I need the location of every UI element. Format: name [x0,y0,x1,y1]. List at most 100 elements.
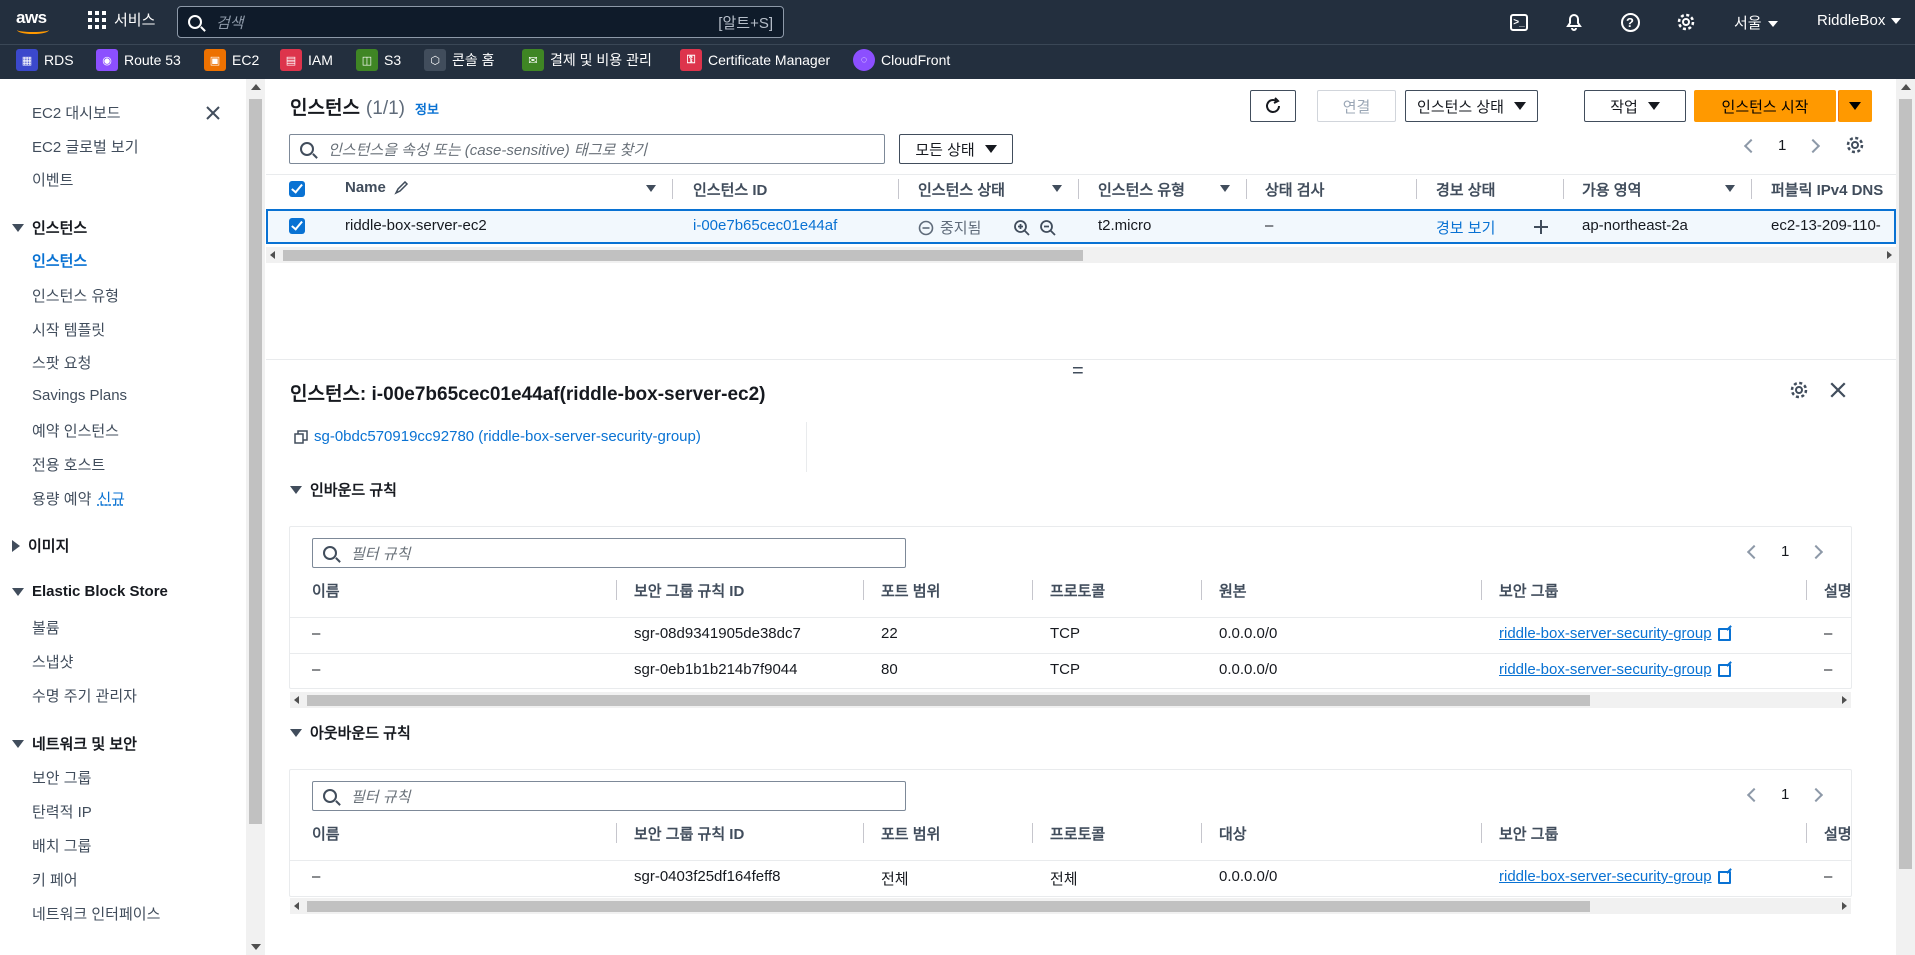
column-security-group[interactable]: 보안 그룹 [1499,823,1558,844]
previous-page-icon[interactable] [1743,138,1759,153]
column-destination[interactable]: 대상 [1219,823,1247,844]
cloudshell-button[interactable]: >_ [1508,11,1530,33]
resize-handle[interactable]: = [1072,360,1084,383]
column-rule-id[interactable]: 보안 그룹 규칙 ID [634,580,744,601]
column-status-check[interactable]: 상태 검사 [1265,179,1324,200]
sidebar-item-elastic-ips[interactable]: 탄력적 IP [32,801,92,822]
column-description[interactable]: 설명 [1824,823,1850,844]
notifications-button[interactable] [1563,11,1585,33]
column-port-range[interactable]: 포트 범위 [881,823,940,844]
sidebar-item-dedicated-hosts[interactable]: 전용 호스트 [32,454,105,475]
sidebar-item-lifecycle-manager[interactable]: 수명 주기 관리자 [32,685,137,706]
sidebar-item-instance-types[interactable]: 인스턴스 유형 [32,285,119,306]
scroll-thumb[interactable] [283,250,1083,261]
sidebar-item-security-groups[interactable]: 보안 그룹 [32,767,91,788]
table-settings-icon[interactable] [1845,135,1865,155]
help-button[interactable]: ? [1619,11,1641,33]
instance-id-link[interactable]: i-00e7b65cec01e44af [693,217,837,234]
sidebar-item-events[interactable]: 이벤트 [32,169,73,190]
favorite-billing[interactable]: ✉ 결제 및 비용 관리 [522,49,652,71]
scroll-thumb[interactable] [307,901,1590,912]
column-security-group[interactable]: 보안 그룹 [1499,580,1558,601]
page-number[interactable]: 1 [1778,137,1786,154]
inbound-filter-input[interactable]: 필터 규칙 [312,538,906,568]
column-separator[interactable] [1246,179,1247,199]
column-separator[interactable] [898,179,899,199]
sidebar-item-volumes[interactable]: 볼륨 [32,617,60,638]
outbound-horizontal-scrollbar[interactable] [290,898,1851,914]
sidebar-item-key-pairs[interactable]: 키 페어 [32,869,78,890]
column-separator[interactable] [1806,823,1807,843]
aws-logo[interactable]: aws [16,8,52,36]
security-group-link[interactable]: sg-0bdc570919cc92780 (riddle-box-server-… [294,428,701,445]
add-alarm-icon[interactable] [1532,218,1550,236]
global-search-input[interactable]: 검색 [알트+S] [177,6,784,38]
favorite-rds[interactable]: ▦ RDS [16,49,74,71]
column-rule-id[interactable]: 보안 그룹 규칙 ID [634,823,744,844]
favorite-s3[interactable]: ◫ S3 [356,49,401,71]
sort-icon[interactable] [1725,185,1735,192]
region-selector[interactable]: 서울 [1734,12,1778,33]
column-name[interactable]: 이름 [312,580,340,601]
scroll-thumb[interactable] [1899,99,1912,869]
sidebar-item-savings-plans[interactable]: Savings Plans [32,387,127,404]
panel-settings-icon[interactable] [1789,380,1809,400]
sidebar-item-placement-groups[interactable]: 배치 그룹 [32,835,91,856]
sidebar-item-ec2-dashboard[interactable]: EC2 대시보드 [32,102,121,123]
favorite-route53[interactable]: ◉ Route 53 [96,49,181,71]
column-protocol[interactable]: 프로토콜 [1050,580,1105,601]
zoom-in-icon[interactable] [1013,219,1031,237]
favorite-cloudfront[interactable]: ◌ CloudFront [853,49,950,71]
actions-menu[interactable]: 작업 [1584,90,1686,122]
inbound-rules-section[interactable]: 인바운드 규칙 [290,479,397,500]
sidebar-item-launch-templates[interactable]: 시작 템플릿 [32,319,105,340]
column-availability-zone[interactable]: 가용 영역 [1582,179,1641,200]
row-checkbox[interactable] [289,218,305,234]
sort-icon[interactable] [1220,185,1230,192]
outbound-filter-input[interactable]: 필터 규칙 [312,781,906,811]
column-separator[interactable] [616,580,617,600]
scroll-thumb[interactable] [249,99,262,824]
close-panel-icon[interactable] [1829,381,1847,399]
column-alarm-status[interactable]: 경보 상태 [1436,179,1495,200]
security-group-link[interactable]: riddle-box-server-security-group [1499,868,1731,885]
column-port-range[interactable]: 포트 범위 [881,580,940,601]
security-group-link[interactable]: riddle-box-server-security-group [1499,625,1731,642]
sidebar-item-network-interfaces[interactable]: 네트워크 인터페이스 [32,903,160,924]
sidebar-section-instances[interactable]: 인스턴스 [12,217,87,238]
sidebar-item-capacity-reservations[interactable]: 용량 예약 신규 [32,488,125,509]
column-instance-state[interactable]: 인스턴스 상태 [918,179,1005,200]
security-group-id[interactable]: sg-0bdc570919cc92780 (riddle-box-server-… [314,428,701,445]
outbound-rules-section[interactable]: 아웃바운드 규칙 [290,722,411,743]
column-separator[interactable] [1481,823,1482,843]
settings-button[interactable] [1675,11,1697,33]
column-source[interactable]: 원본 [1219,580,1247,601]
next-page-icon[interactable] [1806,138,1821,153]
next-page-icon[interactable] [1809,544,1824,559]
previous-page-icon[interactable] [1746,544,1762,559]
column-separator[interactable] [1751,179,1752,199]
scroll-thumb[interactable] [307,695,1590,706]
column-separator[interactable] [863,823,864,843]
column-separator[interactable] [672,179,673,199]
sidebar-section-network-security[interactable]: 네트워크 및 보안 [12,733,137,754]
main-scrollbar[interactable] [1896,79,1915,955]
sidebar-section-ebs[interactable]: Elastic Block Store [12,583,168,600]
services-menu-button[interactable]: 서비스 [88,9,155,30]
column-separator[interactable] [1201,823,1202,843]
instances-search-input[interactable]: 인스턴스을 속성 또는 (case-sensitive) 태그로 찾기 [289,134,885,164]
favorite-console-home[interactable]: ⬡ 콘솔 홈 [424,49,495,71]
column-name[interactable]: Name [345,179,410,196]
column-separator[interactable] [1481,580,1482,600]
sidebar-item-spot-requests[interactable]: 스팟 요청 [32,352,91,373]
close-sidebar-icon[interactable] [205,105,221,121]
favorite-certificate-manager[interactable]: ⚿ Certificate Manager [680,49,830,71]
favorite-iam[interactable]: ▤ IAM [280,49,333,71]
column-separator[interactable] [1032,580,1033,600]
column-separator[interactable] [616,823,617,843]
sidebar-item-instances[interactable]: 인스턴스 [32,250,87,271]
page-number[interactable]: 1 [1781,543,1789,560]
column-separator[interactable] [1201,580,1202,600]
launch-instances-button[interactable]: 인스턴스 시작 [1694,90,1836,122]
state-filter-select[interactable]: 모든 상태 [899,134,1013,164]
